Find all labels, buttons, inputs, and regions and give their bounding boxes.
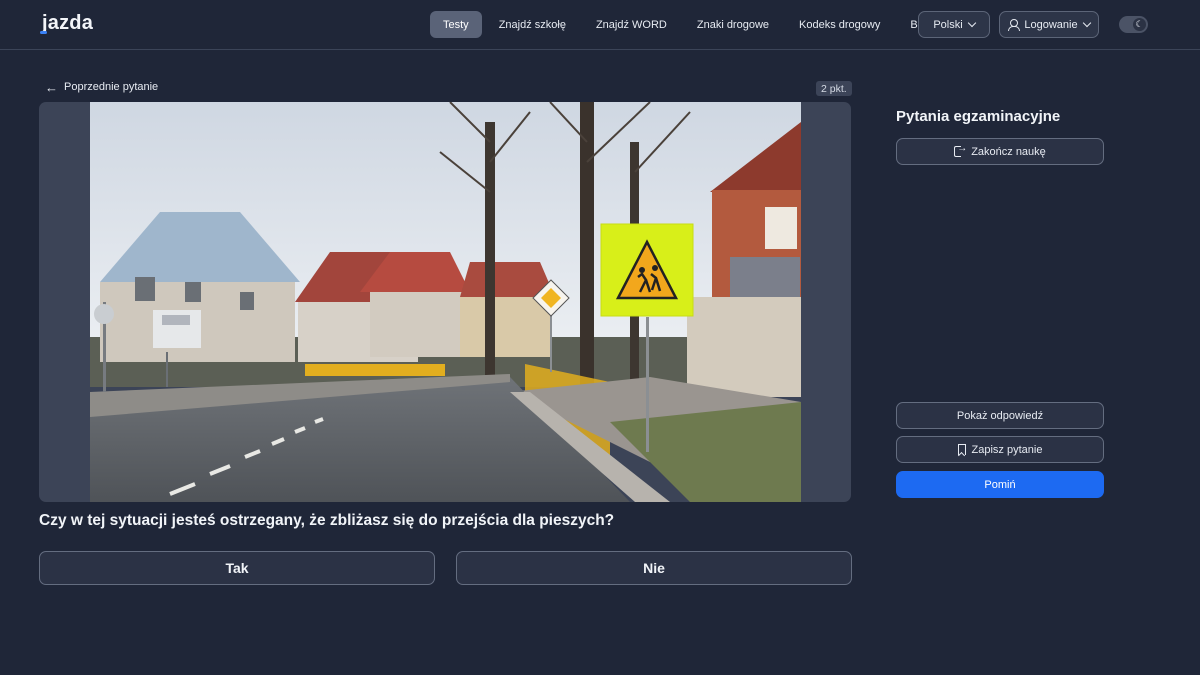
user-icon [1008, 19, 1021, 31]
question-text: Czy w tej sytuacji jesteś ostrzegany, że… [39, 512, 615, 529]
show-answer-label: Pokaż odpowiedź [956, 409, 1044, 422]
language-label: Polski [933, 18, 963, 31]
question-media-frame [39, 102, 851, 502]
answer-yes-button[interactable]: Tak [39, 551, 435, 585]
theme-toggle[interactable]: ☾ [1119, 16, 1148, 33]
language-dropdown[interactable]: Polski [918, 11, 990, 38]
sidebar-title: Pytania egzaminacyjne [896, 108, 1061, 125]
previous-question-link[interactable]: ← Poprzednie pytanie [45, 79, 159, 95]
question-photo [90, 102, 801, 502]
save-question-label: Zapisz pytanie [971, 443, 1043, 456]
moon-icon: ☾ [1133, 18, 1146, 31]
nav-item-road-signs[interactable]: Znaki drogowe [684, 11, 782, 38]
show-answer-button[interactable]: Pokaż odpowiedź [896, 402, 1104, 429]
nav-item-traffic-code[interactable]: Kodeks drogowy [786, 11, 893, 38]
login-label: Logowanie [1024, 18, 1078, 31]
chevron-down-icon [967, 18, 976, 28]
jazda-logo[interactable]: jazda [39, 12, 94, 35]
save-question-button[interactable]: Zapisz pytanie [896, 436, 1104, 463]
nav-item-find-word[interactable]: Znajdź WORD [583, 11, 680, 38]
end-study-button[interactable]: Zakończ naukę [896, 138, 1104, 165]
nav-item-find-school[interactable]: Znajdź szkołę [486, 11, 579, 38]
previous-question-label: Poprzednie pytanie [64, 81, 159, 93]
nav-item-testy[interactable]: Testy [430, 11, 482, 38]
logo-text: jazda [39, 12, 94, 34]
answer-no-button[interactable]: Nie [456, 551, 852, 585]
skip-label: Pomiń [984, 478, 1016, 491]
top-navigation-bar: jazda Testy Znajdź szkołę Znajdź WORD Zn… [0, 0, 1200, 50]
points-badge: 2 pkt. [816, 81, 852, 96]
arrow-left-icon: ← [45, 79, 58, 95]
login-dropdown[interactable]: Logowanie [999, 11, 1099, 38]
exit-icon [954, 143, 967, 157]
skip-button[interactable]: Pomiń [896, 471, 1104, 498]
end-study-label: Zakończ naukę [971, 145, 1046, 158]
main-nav: Testy Znajdź szkołę Znajdź WORD Znaki dr… [430, 11, 949, 38]
chevron-down-icon [1082, 18, 1091, 28]
bookmark-icon [957, 444, 966, 455]
